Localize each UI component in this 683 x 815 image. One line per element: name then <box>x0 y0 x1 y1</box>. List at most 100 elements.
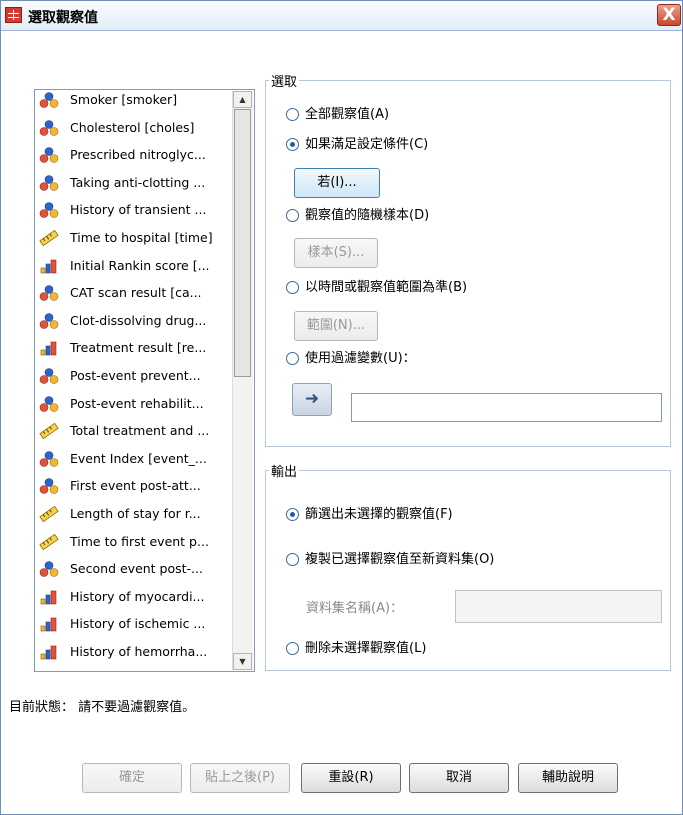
variable-item[interactable]: Total treatment and ... <box>37 419 233 443</box>
radio-range-indicator[interactable] <box>286 281 299 294</box>
variable-item[interactable]: History of ischemic ... <box>37 612 233 636</box>
move-variable-button[interactable]: ➜ <box>292 383 332 416</box>
status-text: 目前狀態： 請不要過濾觀察值。 <box>9 700 196 715</box>
radio-filter-out-label: 篩選出未選擇的觀察值(F) <box>305 507 453 522</box>
radio-filter-variable-label: 使用過濾變數(U)： <box>305 351 416 366</box>
variable-label: History of myocardi... <box>70 588 205 604</box>
scale-icon <box>39 423 59 440</box>
variable-item[interactable]: Second event post-... <box>37 557 233 581</box>
filter-variable-field[interactable] <box>351 393 662 422</box>
nominal-icon <box>39 119 59 136</box>
variable-label: Taking anti-clotting ... <box>70 174 206 190</box>
nominal-icon <box>39 478 59 495</box>
ordinal-icon <box>39 340 59 356</box>
nominal-icon <box>39 368 59 384</box>
title-bar: 選取觀察值 X <box>1 1 682 31</box>
radio-all-cases-label: 全部觀察值(A) <box>305 107 390 122</box>
scroll-up-button[interactable]: ▲ <box>233 91 252 108</box>
nominal-icon <box>39 395 59 412</box>
nominal-icon <box>39 285 59 301</box>
radio-delete-unselected-indicator[interactable] <box>286 642 299 655</box>
radio-if-condition-label: 如果滿足設定條件(C) <box>305 137 429 152</box>
variable-label: History of ischemic ... <box>70 616 206 632</box>
close-button[interactable]: X <box>657 4 681 26</box>
nominal-icon <box>39 92 59 108</box>
variable-label: First event post-att... <box>70 478 201 494</box>
variable-item[interactable]: Post-event prevent... <box>37 364 233 388</box>
dataset-name-field[interactable] <box>455 590 662 623</box>
variable-list-scrollbar[interactable]: ▲ ▼ <box>232 91 253 670</box>
variable-label: Smoker [smoker] <box>70 92 178 107</box>
variable-label: Post-event prevent... <box>70 368 201 383</box>
nominal-icon <box>39 174 59 191</box>
scroll-thumb[interactable] <box>234 109 251 377</box>
ordinal-icon <box>39 644 59 660</box>
radio-copy-new-dataset-label: 複製已選擇觀察值至新資料集(O) <box>305 552 495 567</box>
variable-item[interactable]: History of hemorrha... <box>37 640 233 664</box>
sample-button[interactable]: 樣本(S)... <box>294 238 378 268</box>
radio-filter-variable-indicator[interactable] <box>286 352 299 365</box>
variable-item[interactable]: First event post-att... <box>37 474 233 498</box>
variable-label: Clot-dissolving drug... <box>70 312 207 328</box>
dataset-name-label: 資料集名稱(A)： <box>306 601 404 616</box>
variable-label: Total treatment and ... <box>70 423 210 439</box>
spss-app-icon <box>5 7 22 23</box>
dialog-title: 選取觀察值 <box>28 10 98 26</box>
variable-item[interactable]: Post-event rehabilit... <box>37 392 233 416</box>
variable-label: Treatment result [re... <box>70 340 207 356</box>
ordinal-icon <box>39 616 59 632</box>
radio-copy-new-dataset-indicator[interactable] <box>286 553 299 566</box>
variable-label: Prescribed nitroglyc... <box>70 147 206 163</box>
variable-item[interactable]: Time to first event p... <box>37 530 233 554</box>
variable-label: Post-event rehabilit... <box>70 395 204 411</box>
variable-label: History of transient ... <box>70 202 207 218</box>
variable-item[interactable]: History of myocardi... <box>37 585 233 609</box>
variable-label: Initial Rankin score [... <box>70 257 210 273</box>
variable-item[interactable]: Taking anti-clotting ... <box>37 171 233 195</box>
scroll-down-button[interactable]: ▼ <box>233 653 252 670</box>
scale-icon <box>39 229 59 247</box>
nominal-icon <box>39 147 59 163</box>
paste-button[interactable]: 貼上之後(P) <box>190 763 290 793</box>
scale-icon <box>39 505 59 523</box>
variable-item[interactable]: CAT scan result [ca... <box>37 281 233 305</box>
nominal-icon <box>39 312 59 329</box>
variable-item[interactable]: Clot-dissolving drug... <box>37 309 233 333</box>
arrow-right-icon: ➜ <box>304 389 320 409</box>
variable-item[interactable]: Initial Rankin score [... <box>37 254 233 278</box>
radio-random-sample-label: 觀察值的隨機樣本(D) <box>305 208 430 223</box>
variable-label: Time to hospital [time] <box>70 230 213 245</box>
variable-label: Event Index [event_... <box>70 450 207 466</box>
output-group: 輸出 篩選出未選擇的觀察值(F) 複製已選擇觀察值至新資料集(O) 資料集名稱(… <box>265 461 671 671</box>
nominal-icon <box>39 450 59 467</box>
output-group-title: 輸出 <box>269 461 300 480</box>
radio-filter-out-indicator[interactable] <box>286 508 299 521</box>
nominal-icon <box>39 561 59 577</box>
radio-range-label: 以時間或觀察值範圍為準(B) <box>305 280 468 295</box>
ok-button[interactable]: 確定 <box>82 763 182 793</box>
variable-label: CAT scan result [ca... <box>70 285 202 301</box>
ordinal-icon <box>39 589 59 605</box>
reset-button[interactable]: 重設(R) <box>301 763 401 793</box>
variable-label: Time to first event p... <box>70 533 209 549</box>
variable-item[interactable]: Smoker [smoker] <box>37 90 233 112</box>
variable-item[interactable]: Event Index [event_... <box>37 447 233 471</box>
variable-list[interactable]: History of hemorrha... History of ischemi… <box>34 89 255 672</box>
range-button[interactable]: 範圍(N)... <box>294 311 378 341</box>
help-button[interactable]: 輔助說明 <box>518 763 618 793</box>
variable-item[interactable]: History of transient ... <box>37 198 233 222</box>
if-button[interactable]: 若(I)... <box>294 168 380 198</box>
variable-label: Length of stay for r... <box>70 506 201 521</box>
radio-random-sample-indicator[interactable] <box>286 209 299 222</box>
cancel-button[interactable]: 取消 <box>409 763 509 793</box>
variable-item[interactable]: Prescribed nitroglyc... <box>37 143 233 167</box>
variable-item[interactable]: Cholesterol [choles] <box>37 116 233 140</box>
variable-item[interactable]: Treatment result [re... <box>37 336 233 360</box>
radio-if-condition-indicator[interactable] <box>286 138 299 151</box>
variable-item[interactable]: Length of stay for r... <box>37 502 233 526</box>
radio-all-cases-indicator[interactable] <box>286 108 299 121</box>
scale-icon <box>39 533 59 550</box>
nominal-icon <box>39 202 59 219</box>
variable-label: History of hemorrha... <box>70 644 208 659</box>
variable-item[interactable]: Time to hospital [time] <box>37 226 233 250</box>
